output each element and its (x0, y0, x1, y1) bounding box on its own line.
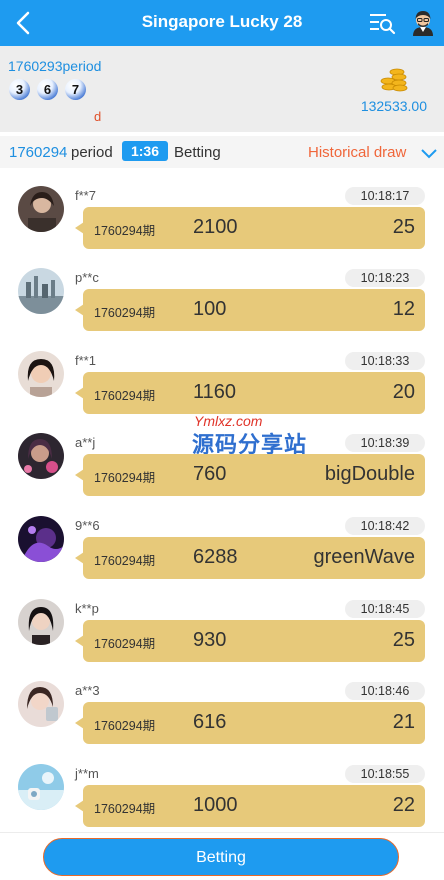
result-ball: 3 (9, 79, 30, 100)
bet-period: 1760294期 (94, 306, 156, 320)
avatar (18, 186, 64, 232)
bet-pick: 22 (392, 794, 415, 816)
betting-status: Betting (174, 144, 221, 161)
current-period-label: period (71, 144, 113, 161)
chevron-down-icon[interactable] (420, 148, 438, 160)
last-period: 1760293period (8, 58, 102, 74)
top-bar: Singapore Lucky 28 (0, 0, 444, 46)
bet-pick: 20 (392, 381, 415, 403)
list-item: p**c 10:18:23 1760294期 100 12 (0, 260, 444, 340)
avatar (18, 433, 64, 479)
username: 9**6 (75, 518, 100, 533)
countdown-timer: 1:36 (122, 141, 168, 161)
bet-amount: 2100 (193, 216, 238, 238)
bet-amount: 760 (193, 463, 227, 485)
bet-pick: 12 (392, 298, 415, 320)
balance-amount: 132533.00 (360, 98, 427, 114)
bet-period: 1760294期 (94, 389, 156, 403)
avatar (18, 599, 64, 645)
current-period-bar: 1760294 period 1:36 Betting Historical d… (0, 136, 444, 168)
historical-draw-link[interactable]: Historical draw (308, 144, 406, 161)
bet-period: 1760294期 (94, 554, 156, 568)
bet-period: 1760294期 (94, 471, 156, 485)
bet-time: 10:18:39 (345, 434, 425, 452)
last-draw-panel: 1760293period 3 6 7 d 132533.00 (0, 46, 444, 132)
bet-time: 10:18:17 (345, 187, 425, 205)
bet-period: 1760294期 (94, 224, 156, 238)
list-item: j**m 10:18:55 1760294期 1000 22 (0, 756, 444, 836)
result-ball: 7 (65, 79, 86, 100)
username: k**p (75, 601, 99, 616)
list-item: 9**6 10:18:42 1760294期 6288 greenWave (0, 508, 444, 588)
bet-time: 10:18:33 (345, 352, 425, 370)
username: j**m (75, 766, 99, 781)
username: a**3 (75, 683, 100, 698)
bet-time: 10:18:23 (345, 269, 425, 287)
bet-amount: 1000 (193, 794, 238, 816)
bet-period: 1760294期 (94, 637, 156, 651)
bet-bubble: 1760294期 760 bigDouble (75, 454, 425, 496)
bet-pick: 21 (392, 711, 415, 733)
bet-time: 10:18:46 (345, 682, 425, 700)
betting-button[interactable]: Betting (43, 838, 399, 876)
bet-period: 1760294期 (94, 719, 156, 733)
bet-bubble: 1760294期 930 25 (75, 620, 425, 662)
bet-bubble: 1760294期 2100 25 (75, 207, 425, 249)
list-item: k**p 10:18:45 1760294期 930 25 (0, 591, 444, 671)
username: p**c (75, 270, 99, 285)
username: f**7 (75, 188, 96, 203)
bet-bubble: 1760294期 100 12 (75, 289, 425, 331)
result-tag: d (94, 109, 102, 124)
avatar (18, 681, 64, 727)
bet-bubble: 1760294期 6288 greenWave (75, 537, 425, 579)
bet-bubble: 1760294期 1160 20 (75, 372, 425, 414)
avatar (18, 268, 64, 314)
list-search-icon[interactable] (368, 11, 396, 35)
bet-pick: greenWave (313, 546, 415, 568)
bet-amount: 1160 (193, 381, 237, 403)
bet-amount: 100 (193, 298, 227, 320)
avatar (18, 351, 64, 397)
bet-time: 10:18:55 (345, 765, 425, 783)
bet-pick: 25 (392, 629, 415, 651)
gold-coins-icon (380, 68, 408, 92)
result-ball: 6 (37, 79, 58, 100)
bet-amount: 6288 (193, 546, 238, 568)
bet-time: 10:18:45 (345, 600, 425, 618)
avatar (18, 764, 64, 810)
list-item: f**1 10:18:33 1760294期 1160 20 (0, 343, 444, 423)
bet-time: 10:18:42 (345, 517, 425, 535)
bet-amount: 616 (193, 711, 227, 733)
avatar (18, 516, 64, 562)
bet-period: 1760294期 (94, 802, 156, 816)
user-avatar-icon[interactable] (410, 9, 436, 37)
bet-bubble: 1760294期 616 21 (75, 702, 425, 744)
username: a**j (75, 435, 96, 450)
bet-pick: bigDouble (324, 463, 415, 485)
current-period-number: 1760294 (9, 144, 68, 161)
bet-bubble: 1760294期 1000 22 (75, 785, 425, 827)
username: f**1 (75, 353, 96, 368)
footer-bar: Betting (0, 832, 444, 880)
bet-pick: 25 (392, 216, 415, 238)
list-item: f**7 10:18:17 1760294期 2100 25 (0, 178, 444, 258)
list-item: a**3 10:18:46 1760294期 616 21 (0, 673, 444, 753)
bet-amount: 930 (193, 629, 227, 651)
list-item: a**j 10:18:39 1760294期 760 bigDouble (0, 425, 444, 505)
